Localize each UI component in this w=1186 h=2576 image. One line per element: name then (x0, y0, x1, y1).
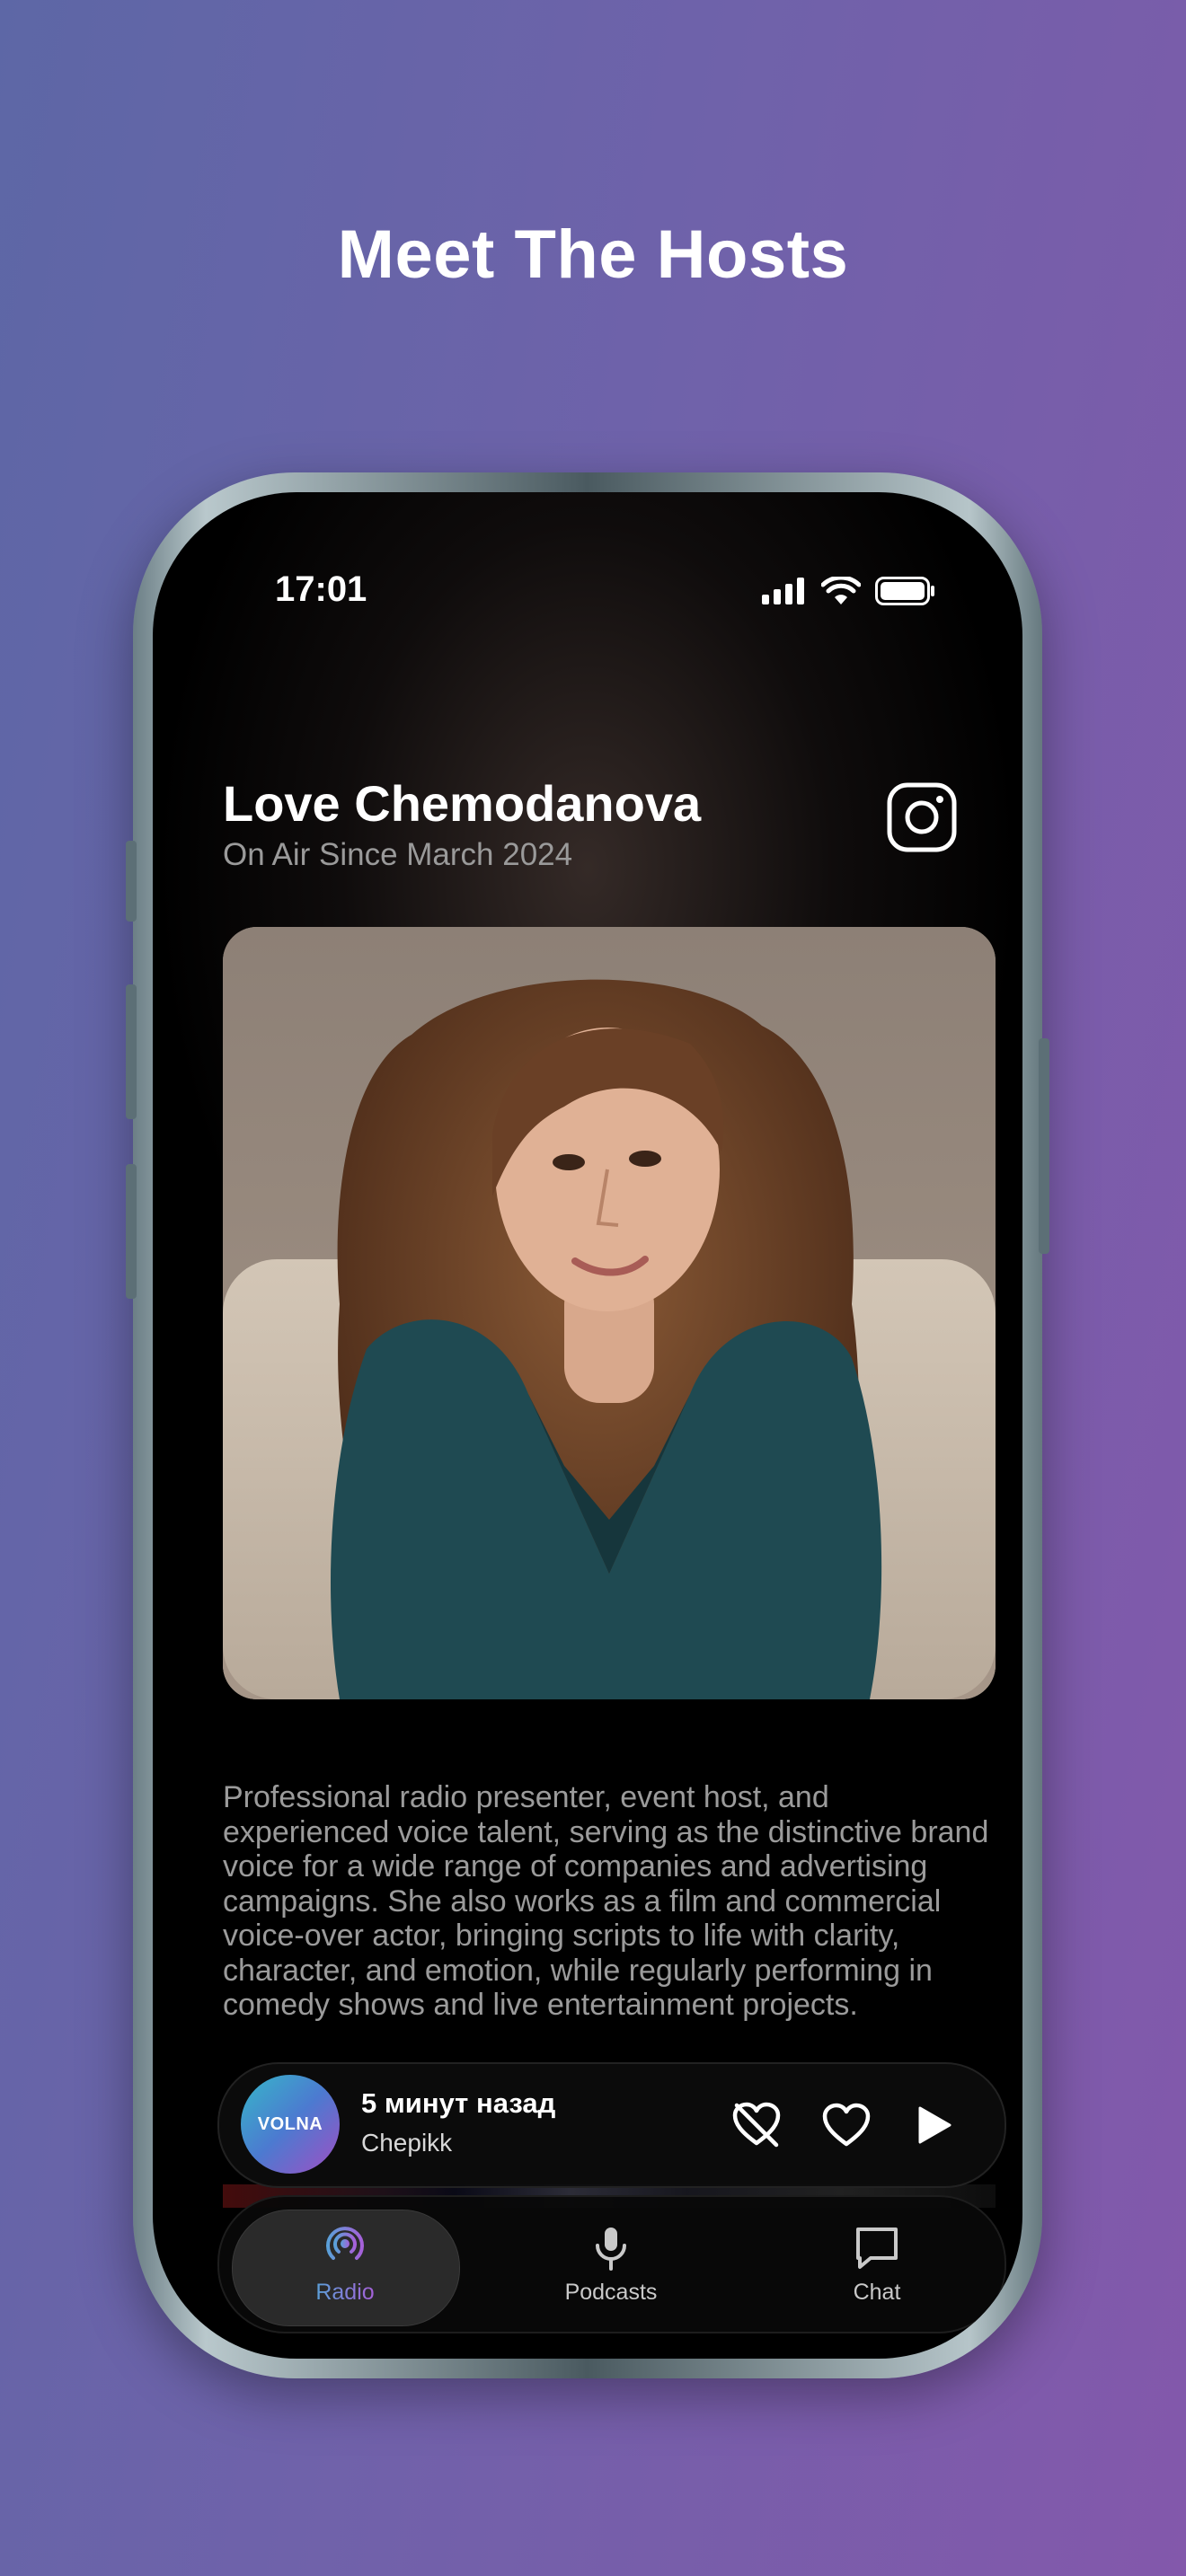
tab-radio-label: Radio (315, 2279, 375, 2305)
host-bio: Professional radio presenter, event host… (223, 1780, 989, 2022)
tab-bar: Radio Podcasts Chat (217, 2195, 1006, 2333)
track-title: 5 минут назад (361, 2087, 556, 2119)
host-portrait-illustration (223, 927, 996, 1699)
dislike-button[interactable] (728, 2096, 785, 2154)
host-name: Love Chemodanova (223, 775, 702, 832)
wifi-icon (821, 577, 861, 604)
status-icons (762, 577, 936, 605)
host-on-air-since: On Air Since March 2024 (223, 837, 573, 872)
volume-up-button (126, 984, 137, 1119)
status-time: 17:01 (275, 569, 367, 609)
battery-icon (875, 577, 934, 605)
station-logo: VOLNA (241, 2075, 340, 2174)
play-button[interactable] (906, 2096, 963, 2154)
tab-chat[interactable]: Chat (764, 2197, 990, 2332)
power-button (1039, 1038, 1049, 1254)
mini-player[interactable]: VOLNA 5 минут назад Chepikk (217, 2062, 1006, 2188)
like-icon (822, 2103, 871, 2147)
instagram-icon[interactable] (886, 781, 958, 853)
like-button[interactable] (818, 2096, 875, 2154)
tab-podcasts-label: Podcasts (564, 2279, 658, 2305)
status-bar: 17:01 (153, 569, 1022, 623)
chat-bubble-icon (856, 2227, 898, 2269)
action-button (126, 841, 137, 922)
tab-radio[interactable]: Radio (232, 2197, 458, 2332)
dislike-icon (732, 2102, 781, 2148)
tab-chat-label: Chat (853, 2279, 901, 2305)
phone-frame: 17:01 Love Chemodanova On Air Since Marc… (126, 472, 1049, 2378)
page-headline: Meet The Hosts (337, 216, 849, 293)
play-icon (918, 2106, 951, 2144)
signal-icon (762, 578, 804, 604)
podcast-radio-icon (326, 2226, 364, 2271)
tab-podcasts[interactable]: Podcasts (498, 2197, 724, 2332)
microphone-icon (596, 2227, 626, 2271)
track-artist: Chepikk (361, 2129, 453, 2157)
app-screen: 17:01 Love Chemodanova On Air Since Marc… (153, 492, 1022, 2359)
host-photo (223, 927, 996, 1699)
volume-down-button (126, 1164, 137, 1299)
